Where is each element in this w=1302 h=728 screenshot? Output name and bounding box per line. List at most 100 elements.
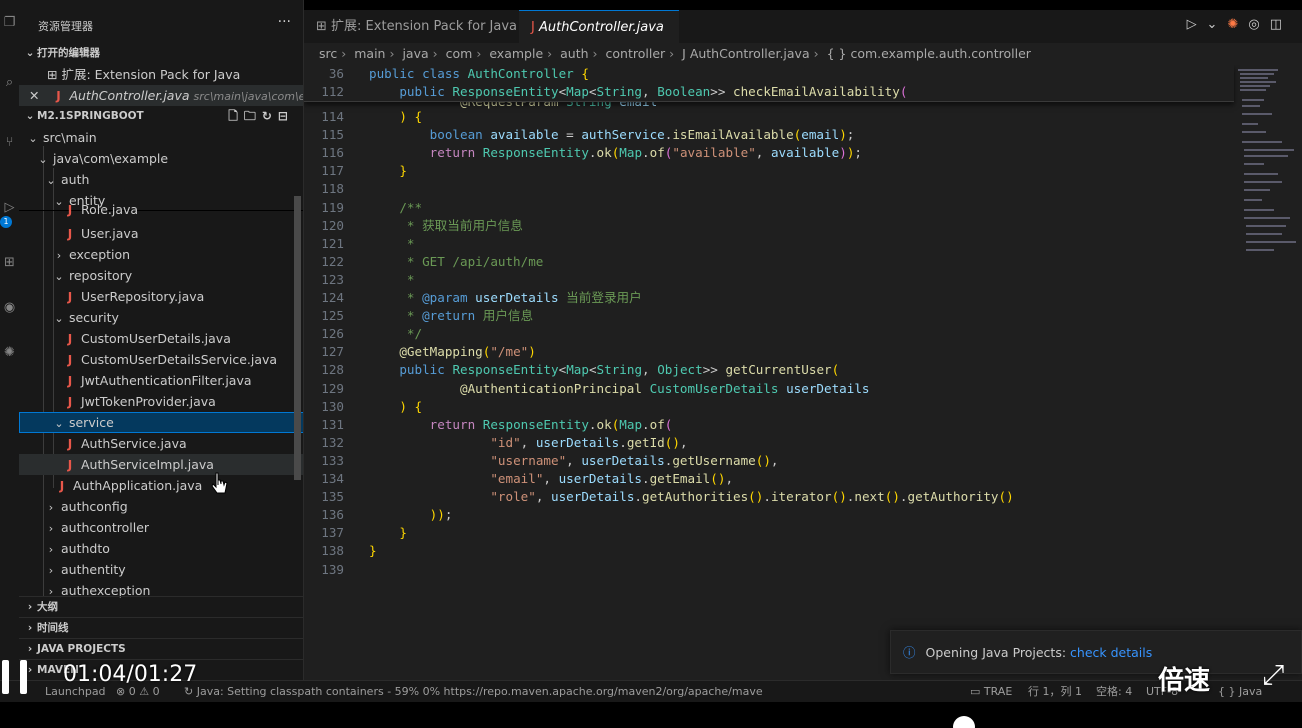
run-icon[interactable]: ▷⌄ [1187,17,1228,32]
breadcrumb-src[interactable]: src [319,46,337,61]
extensions-icon[interactable]: ⊞ [0,250,19,276]
code-line[interactable]: 126 */ [304,325,1234,343]
code-line[interactable]: 138} [304,542,1234,560]
ai-chat-icon[interactable]: ✺ [1227,17,1248,32]
sticky-line[interactable]: 36 public class AuthController { [304,65,1234,83]
notification-toast[interactable]: ⓘ Opening Java Projects: check details [890,630,1302,674]
breadcrumb-java[interactable]: java [402,46,428,61]
open-editor-extension[interactable]: ⊞ 扩展: Extension Pack for Java [19,64,303,85]
sticky-line[interactable]: 112 public ResponseEntity<Map<String, Bo… [304,83,1234,101]
code-line[interactable]: 127 @GetMapping("/me") [304,343,1234,361]
tree-customuserdetails-java[interactable]: J CustomUserDetails.java [19,328,303,349]
tree-jwtauthenticationfilter-java[interactable]: J JwtAuthenticationFilter.java [19,370,303,391]
pause-icon[interactable] [2,660,32,694]
source-control-icon[interactable]: ⑂ [0,130,19,156]
indentation[interactable]: 空格: 4 [1096,681,1132,703]
line-number: 125 [321,308,344,324]
tree-auth[interactable]: ⌄ auth [19,169,303,190]
code-text: "username", userDetails.getUsername(), [490,452,779,468]
tree-repository[interactable]: ⌄ repository [19,265,303,286]
code-editor[interactable]: 114 ) {115 boolean available = authServi… [304,65,1302,680]
playback-speed-button[interactable]: 倍速 [1158,660,1210,697]
tree-authserviceimpl-java[interactable]: J AuthServiceImpl.java [19,454,303,475]
more-actions-icon[interactable]: ··· [278,14,291,30]
code-line[interactable]: 136 )); [304,506,1234,524]
split-editor-icon[interactable]: ◫ [1270,17,1292,32]
code-line[interactable]: 115 boolean available = authService.isEm… [304,126,1234,144]
check-details-link[interactable]: check details [1070,645,1152,660]
tree-role-java[interactable]: J Role.java [19,204,303,218]
fullscreen-icon[interactable]: ⤢ [1262,658,1284,692]
close-icon[interactable]: ✕ [29,88,39,103]
files-icon[interactable]: ❐ [0,10,19,36]
tree-security[interactable]: ⌄ security [19,307,303,328]
code-line[interactable]: 125 * @return 用户信息 [304,307,1234,325]
tree-authentity[interactable]: › authentity [19,559,303,580]
code-line[interactable]: 116 return ResponseEntity.ok(Map.of("ava… [304,144,1234,162]
tree-customuserdetailsservice-java[interactable]: J CustomUserDetailsService.java [19,349,303,370]
code-line[interactable]: 133 "username", userDetails.getUsername(… [304,452,1234,470]
tree-authservice-java[interactable]: J AuthService.java [19,433,303,454]
java-status[interactable]: ↻ Java: Setting classpath containers - 5… [184,681,763,703]
code-line[interactable]: 137 } [304,524,1234,542]
code-line[interactable]: 135 "role", userDetails.getAuthorities()… [304,488,1234,506]
tree-exception[interactable]: › exception [19,244,303,265]
code-line[interactable]: 124 * @param userDetails 当前登录用户 [304,289,1234,307]
breadcrumb-symbol[interactable]: { } com.example.auth.controller [827,46,1031,61]
tree-authcontroller[interactable]: › authcontroller [19,517,303,538]
code-line[interactable]: 130 ) { [304,398,1234,416]
ai-icon[interactable]: ✺ [0,340,19,366]
sidebar-scrollbar[interactable] [294,196,301,480]
java-file-icon: J [682,46,686,61]
mouse-cursor-icon [211,472,228,494]
code-line[interactable]: 128 public ResponseEntity<Map<String, Ob… [304,361,1234,379]
tree-src-main[interactable]: ⌄ src\main [19,127,303,148]
code-line[interactable]: 120 * 获取当前用户信息 [304,217,1234,235]
breadcrumb-com[interactable]: com [446,46,473,61]
tab-extension-pack[interactable]: ⊞ 扩展: Extension Pack for Java [304,10,519,43]
code-line[interactable]: 121 * [304,235,1234,253]
openai-icon[interactable]: ◎ [1248,17,1269,32]
code-line[interactable]: 131 return ResponseEntity.ok(Map.of( [304,416,1234,434]
timeline-section[interactable]: › 时间线 [19,617,303,638]
code-line[interactable]: 118 [304,180,1234,198]
cursor-position[interactable]: 行 1，列 1 [1028,681,1082,703]
language-mode[interactable]: Java [1239,681,1262,703]
breadcrumb-controller[interactable]: controller [606,46,666,61]
breadcrumb-main[interactable]: main [354,46,385,61]
code-line[interactable]: 123 * [304,271,1234,289]
tree-authapplication-java[interactable]: J AuthApplication.java [19,475,303,496]
code-line[interactable]: 117 } [304,162,1234,180]
project-actions[interactable]: 🗋🗀↻⊟ [228,106,294,127]
tree-service[interactable]: ⌄ service [19,412,303,433]
tree-authconfig[interactable]: › authconfig [19,496,303,517]
breadcrumb-file[interactable]: AuthController.java [690,46,810,61]
code-line[interactable]: 134 "email", userDetails.getEmail(), [304,470,1234,488]
tree-jwttokenprovider-java[interactable]: J JwtTokenProvider.java [19,391,303,412]
outline-section[interactable]: › 大纲 [19,596,303,617]
code-line[interactable]: 119 /** [304,199,1234,217]
breadcrumb-auth[interactable]: auth [560,46,588,61]
search-icon[interactable]: ⌕ [0,70,19,96]
tree-authdto[interactable]: › authdto [19,538,303,559]
remote-icon[interactable]: ◉ [0,295,19,321]
code-line[interactable]: 132 "id", userDetails.getId(), [304,434,1234,452]
code-line[interactable]: 139 [304,561,1234,579]
code-line[interactable]: 129 @AuthenticationPrincipal CustomUserD… [304,380,1234,398]
java-projects-section[interactable]: › JAVA PROJECTS [19,638,303,659]
open-editor-authcontroller[interactable]: ✕ J AuthController.java src\main\java\co… [19,85,303,106]
tab-authcontroller[interactable]: J AuthController.java ✕ [519,10,679,68]
code-line[interactable]: 122 * GET /api/auth/me [304,253,1234,271]
tree-userrepository-java[interactable]: J UserRepository.java [19,286,303,307]
trae-button[interactable]: ▭ TRAE [970,681,1012,703]
braces-icon[interactable]: { } [1218,681,1236,703]
breadcrumb-example[interactable]: example [489,46,543,61]
open-editors-section[interactable]: ⌄ 打开的编辑器 [19,43,303,64]
tree-java-com-example[interactable]: ⌄ java\com\example [19,148,303,169]
tree-user-java[interactable]: J User.java [19,223,303,244]
explorer-title: 资源管理器 [38,20,93,33]
project-section[interactable]: ⌄ M2.1SPRINGBOOT 🗋🗀↻⊟ [19,106,303,127]
sticky-scroll[interactable]: 36 public class AuthController { 112 publ… [304,65,1234,102]
minimap[interactable] [1234,65,1302,265]
video-time: 01:04/01:27 [63,662,198,687]
